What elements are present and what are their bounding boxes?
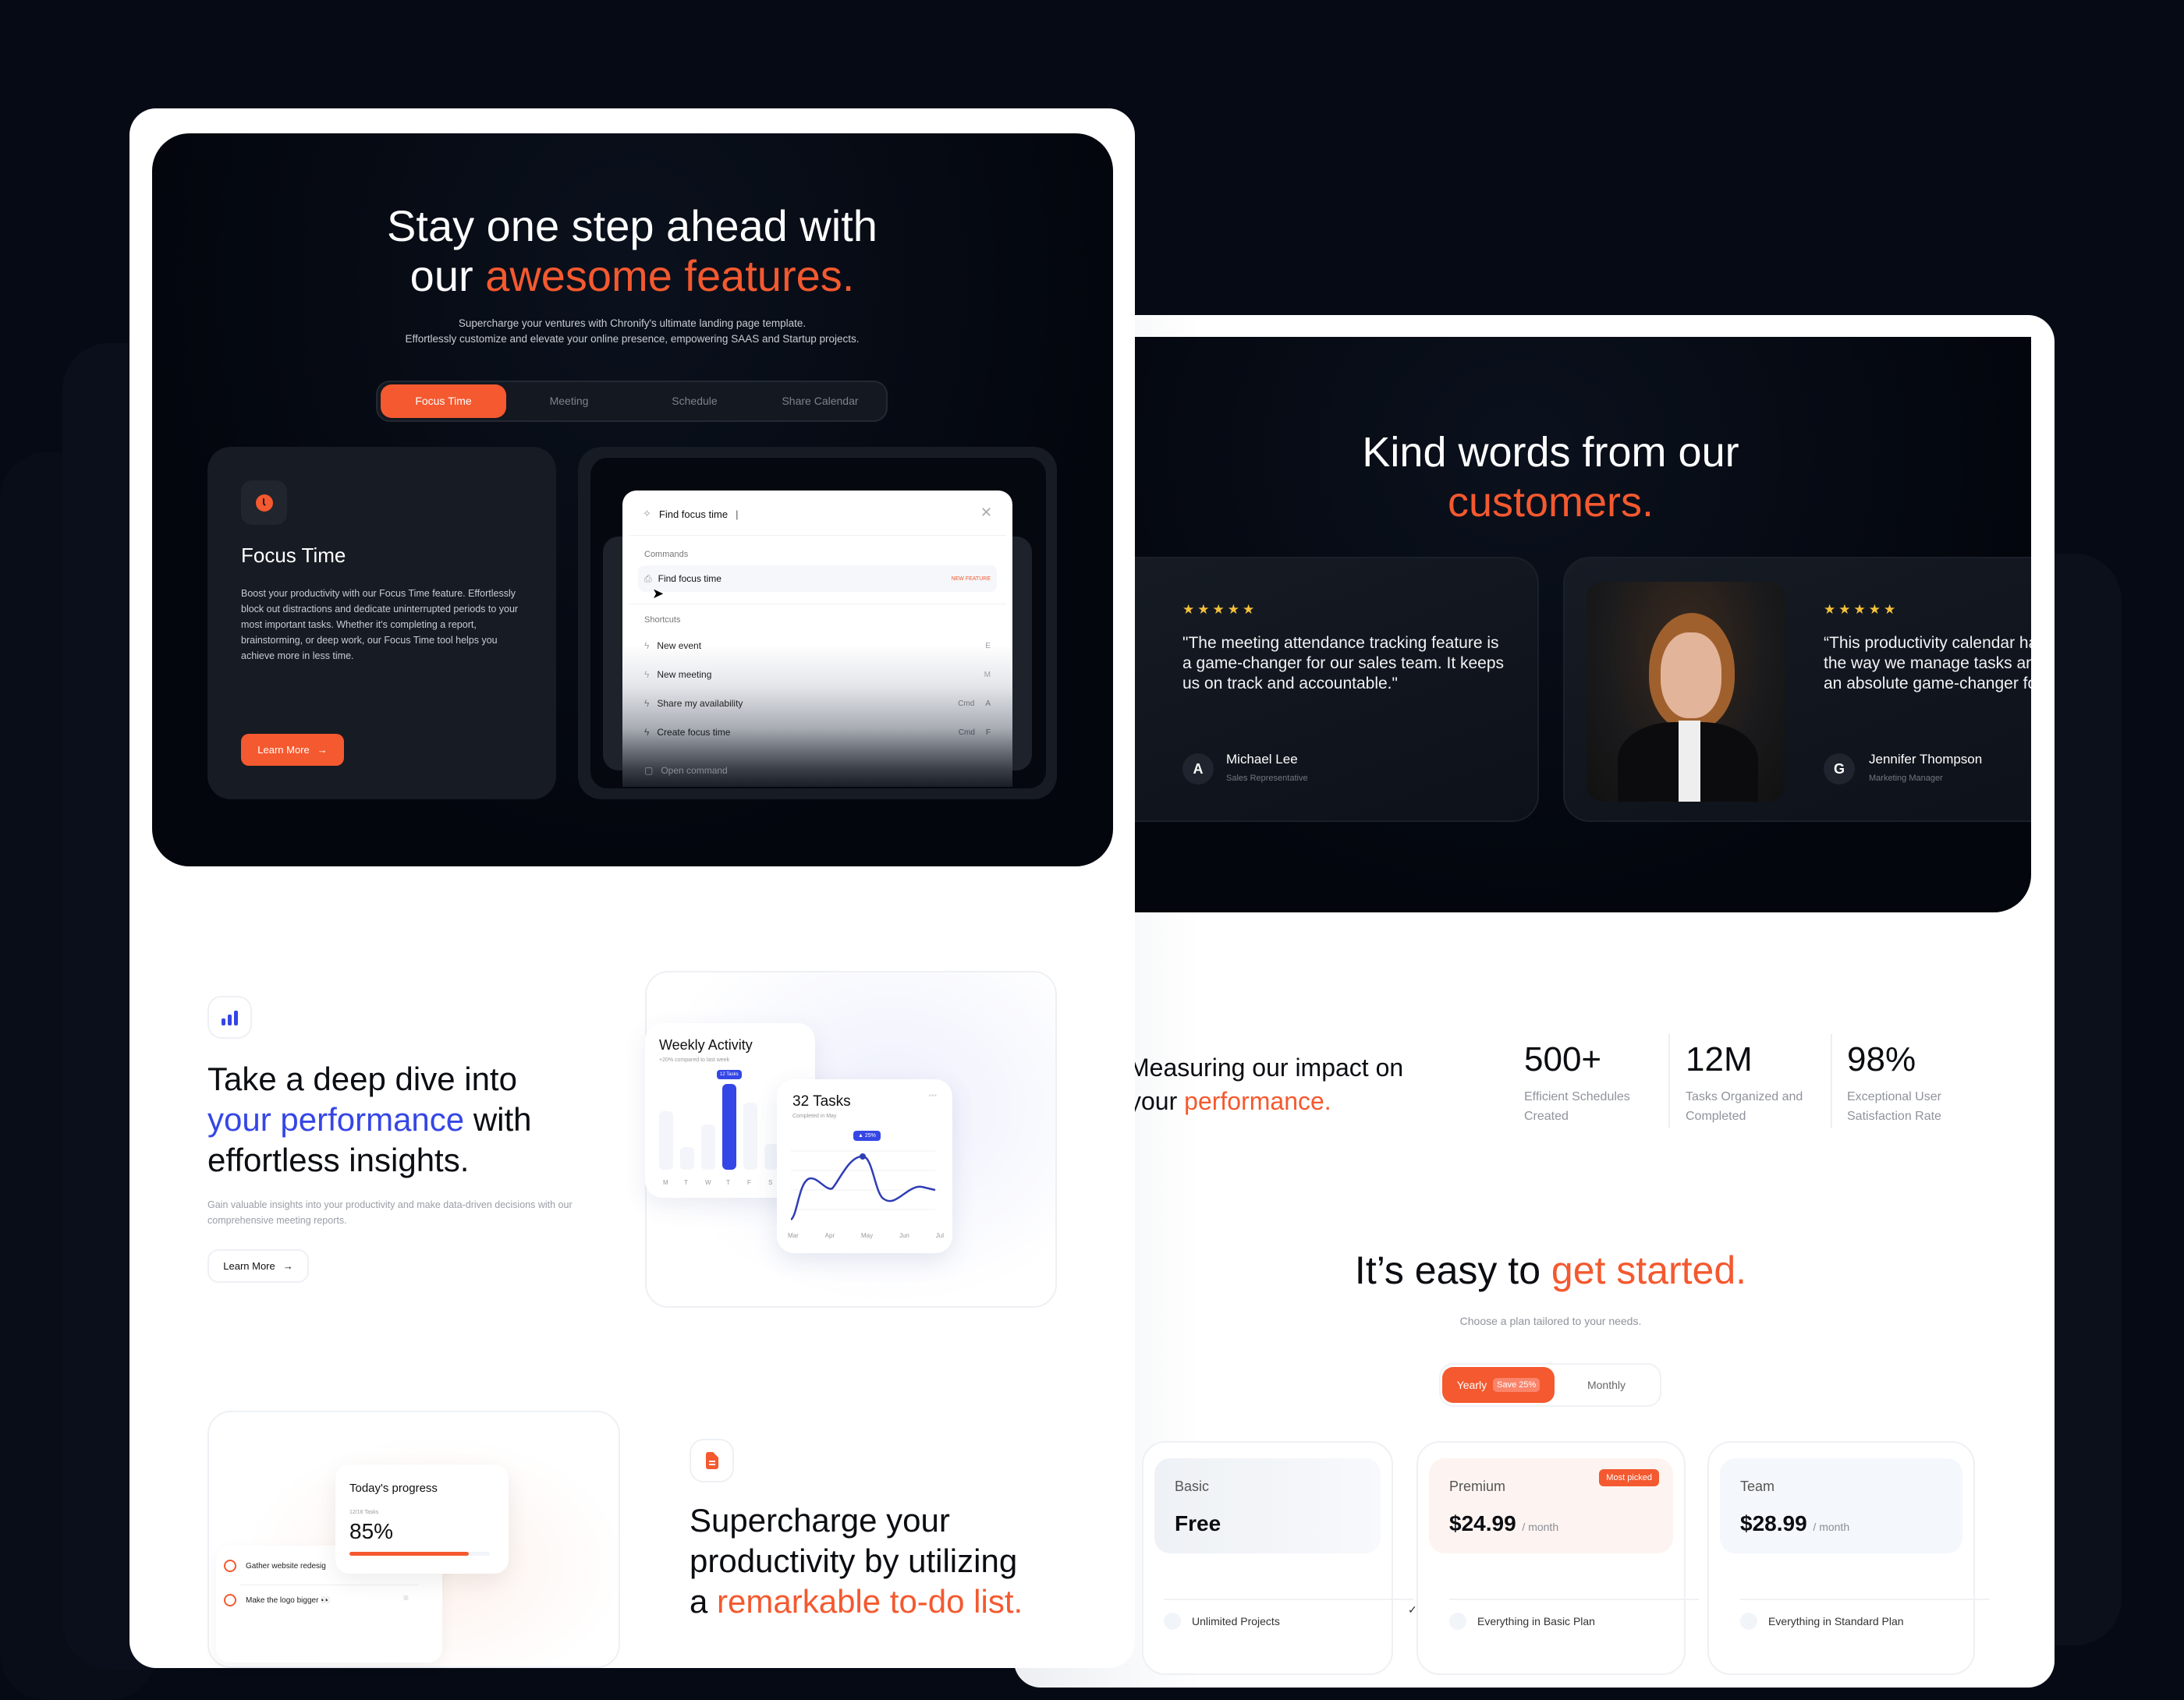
month-label: Apr bbox=[824, 1232, 835, 1239]
todo-item[interactable]: Gather website redesig bbox=[224, 1560, 326, 1572]
lightning-icon: ϟ bbox=[644, 698, 650, 709]
document-icon bbox=[690, 1439, 734, 1482]
bar-chart-icon bbox=[207, 996, 252, 1039]
monthly-tasks-card: 32 Tasks Completed in May ••• ▲ 25% Mar A… bbox=[777, 1079, 952, 1253]
month-label: Mar bbox=[788, 1232, 799, 1239]
tab-meeting[interactable]: Meeting bbox=[506, 384, 632, 418]
close-icon[interactable]: ✕ bbox=[980, 505, 992, 521]
learn-more-button[interactable]: Learn More → bbox=[207, 1249, 309, 1283]
day-label: W bbox=[705, 1179, 711, 1186]
shortcut-item[interactable]: ϟ New meeting M bbox=[644, 669, 991, 680]
month-axis: Mar Apr May Jun Jul bbox=[788, 1232, 944, 1239]
sparkle-icon: ✧ bbox=[643, 508, 651, 519]
feature-title: Focus Time bbox=[241, 544, 346, 567]
document-search-icon: ⎙ bbox=[644, 572, 652, 584]
command-search-input[interactable]: ✧ Find focus time | bbox=[643, 508, 738, 520]
arrow-right-icon: → bbox=[282, 1260, 293, 1272]
day-label: F bbox=[747, 1179, 751, 1186]
bar bbox=[701, 1124, 715, 1170]
bar bbox=[659, 1111, 673, 1170]
day-label: T bbox=[726, 1179, 730, 1186]
hero-title: Stay one step ahead with our awesome fea… bbox=[387, 201, 878, 300]
mouse-cursor-icon: ➤ bbox=[652, 586, 665, 601]
progress-count: 12/16 Tasks bbox=[349, 1510, 379, 1515]
day-label: S bbox=[768, 1179, 773, 1186]
weekly-title: Weekly Activity bbox=[659, 1037, 753, 1053]
weekly-subtitle: +20% compared to last week bbox=[659, 1057, 730, 1063]
command-icon: ▢ bbox=[644, 765, 654, 776]
bar-tooltip: 12 Tasks bbox=[717, 1070, 742, 1079]
tab-schedule[interactable]: Schedule bbox=[632, 384, 757, 418]
hero-subtitle: Supercharge your ventures with Chronify'… bbox=[405, 317, 860, 345]
checkbox[interactable] bbox=[224, 1560, 236, 1572]
learn-more-button[interactable]: Learn More → bbox=[241, 734, 344, 766]
monthly-line-chart bbox=[791, 1150, 936, 1221]
monthly-subtitle: Completed in May bbox=[792, 1114, 837, 1119]
lightning-icon: ϟ bbox=[644, 640, 650, 651]
command-palette: ✧ Find focus time | ✕ Commands ⎙ Find focus… bbox=[622, 491, 1012, 787]
performance-description: Gain valuable insights into your product… bbox=[207, 1199, 573, 1226]
checkbox[interactable] bbox=[224, 1594, 236, 1606]
bar-active bbox=[722, 1084, 736, 1170]
todo-item[interactable]: Make the logo bigger 👀 bbox=[224, 1594, 331, 1606]
shortcut-item[interactable]: ▢ Open command bbox=[644, 765, 991, 776]
day-label: M bbox=[663, 1179, 668, 1186]
drag-handle-icon[interactable]: ≡ bbox=[403, 1592, 409, 1603]
growth-badge: ▲ 25% bbox=[853, 1131, 881, 1141]
month-label: Jul bbox=[935, 1232, 944, 1239]
shortcut-item[interactable]: ϟ Create focus time Cmd F bbox=[644, 727, 991, 738]
lightning-icon: ϟ bbox=[644, 669, 650, 680]
peak-point bbox=[860, 1153, 866, 1160]
bar bbox=[680, 1147, 694, 1170]
month-label: May bbox=[860, 1232, 874, 1239]
monthly-title: 32 Tasks bbox=[792, 1093, 851, 1110]
performance-heading: Take a deep dive into your performance w… bbox=[207, 1061, 532, 1178]
feature-description: Boost your productivity with our Focus T… bbox=[241, 588, 519, 661]
clock-icon bbox=[241, 480, 287, 525]
tab-share-calendar[interactable]: Share Calendar bbox=[757, 384, 883, 418]
progress-title: Today's progress bbox=[349, 1482, 438, 1495]
arrow-right-icon: → bbox=[317, 744, 328, 756]
feature-tabs: Focus Time Meeting Schedule Share Calend… bbox=[376, 381, 888, 422]
command-item[interactable]: ⎙ Find focus time NEW FEATURE bbox=[638, 565, 997, 592]
tab-focus-time[interactable]: Focus Time bbox=[381, 384, 506, 418]
bar bbox=[743, 1103, 757, 1170]
progress-value: 85% bbox=[349, 1519, 394, 1543]
shortcut-item[interactable]: ϟ New event E bbox=[644, 640, 991, 651]
more-icon[interactable]: ••• bbox=[928, 1092, 937, 1100]
todo-heading: Supercharge your productivity by utilizi… bbox=[690, 1502, 1023, 1620]
progress-bar bbox=[349, 1552, 490, 1556]
day-label: T bbox=[684, 1179, 688, 1186]
left-content: Stay one step ahead with our awesome fea… bbox=[0, 0, 2184, 1668]
lightning-icon: ϟ bbox=[644, 727, 650, 738]
shortcuts-label: Shortcuts bbox=[644, 615, 681, 625]
commands-label: Commands bbox=[644, 550, 689, 559]
trend-line bbox=[791, 1155, 936, 1221]
month-label: Jun bbox=[899, 1232, 909, 1239]
progress-card: Today's progress 12/16 Tasks 85% bbox=[335, 1464, 509, 1574]
new-feature-badge: NEW FEATURE bbox=[951, 576, 991, 582]
shortcut-item[interactable]: ϟ Share my availability Cmd A bbox=[644, 698, 991, 709]
